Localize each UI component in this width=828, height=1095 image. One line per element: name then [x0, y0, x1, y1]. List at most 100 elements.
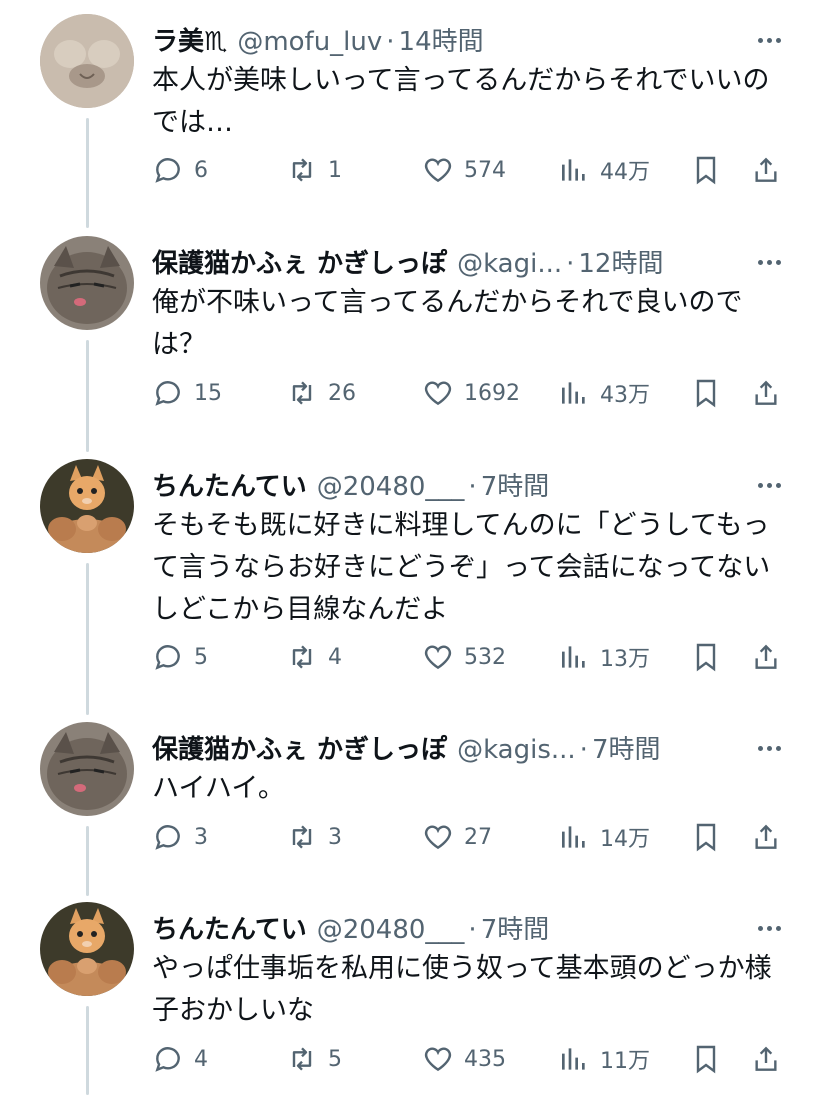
bookmark-button[interactable] [690, 373, 732, 413]
bookmark-button[interactable] [690, 150, 732, 190]
user-handle[interactable]: @mofu_luv [237, 24, 382, 60]
reply-button[interactable]: 3 [152, 817, 208, 857]
view-count: 13万 [600, 647, 650, 672]
retweet-button[interactable]: 1 [286, 150, 342, 190]
bookmark-button[interactable] [690, 637, 732, 677]
share-button[interactable] [750, 150, 792, 190]
like-count: 1692 [464, 380, 520, 406]
more-options-icon[interactable] [758, 916, 788, 936]
bookmark-button[interactable] [690, 1039, 732, 1079]
reply-button[interactable]: 4 [152, 1039, 208, 1079]
views-button[interactable]: 13万 [558, 637, 650, 677]
timestamp[interactable]: 7時間 [592, 732, 661, 768]
share-button[interactable] [750, 817, 792, 857]
analytics-icon [562, 646, 585, 668]
like-button[interactable]: 532 [422, 637, 506, 677]
like-count: 532 [464, 644, 506, 670]
retweet-button[interactable]: 3 [286, 817, 342, 857]
reply-button[interactable]: 15 [152, 373, 222, 413]
thread-line [86, 1006, 89, 1095]
views-button[interactable]: 11万 [558, 1039, 650, 1079]
reply-count: 15 [194, 380, 222, 406]
user-handle[interactable]: @20480___ [317, 912, 465, 948]
heart-icon [424, 1047, 452, 1072]
bookmark-icon [696, 156, 716, 185]
share-icon [755, 157, 777, 182]
timestamp[interactable]: 12時間 [578, 246, 663, 282]
retweet-count: 26 [328, 380, 356, 406]
tweet-text: ハイハイ。 [152, 773, 285, 804]
share-button[interactable] [750, 373, 792, 413]
reply-icon [155, 158, 180, 183]
more-options-icon[interactable] [758, 473, 788, 493]
action-bar: 15 26 1692 43万 [152, 373, 792, 413]
share-icon [755, 1046, 777, 1071]
reply-button[interactable]: 6 [152, 150, 208, 190]
more-options-icon[interactable] [758, 736, 788, 756]
views-button[interactable]: 44万 [558, 150, 650, 190]
retweet-count: 4 [328, 644, 342, 670]
view-count: 11万 [600, 1049, 650, 1074]
avatar[interactable] [40, 459, 134, 553]
timestamp[interactable]: 7時間 [481, 469, 550, 505]
share-button[interactable] [750, 1039, 792, 1079]
share-button[interactable] [750, 637, 792, 677]
avatar[interactable] [40, 236, 134, 330]
kitten-muscle-avatar [40, 902, 134, 996]
retweet-count: 1 [328, 157, 342, 183]
view-count: 44万 [600, 160, 650, 185]
more-options-icon[interactable] [758, 28, 788, 48]
share-icon [755, 380, 777, 405]
more-options-icon[interactable] [758, 250, 788, 270]
retweet-icon [292, 645, 312, 669]
analytics-icon [562, 382, 585, 404]
bookmark-button[interactable] [690, 817, 732, 857]
views-button[interactable]: 14万 [558, 817, 650, 857]
heart-icon [424, 825, 452, 850]
avatar[interactable] [40, 14, 134, 108]
separator-dot: · [468, 915, 477, 945]
retweet-icon [292, 825, 312, 849]
reply-count: 6 [194, 157, 208, 183]
display-name[interactable]: 保護猫かふぇ かぎしっぽ [152, 732, 447, 768]
like-count: 27 [464, 824, 492, 850]
action-bar: 4 5 435 11万 [152, 1039, 792, 1079]
retweet-button[interactable]: 4 [286, 637, 342, 677]
view-count: 14万 [600, 827, 650, 852]
like-button[interactable]: 435 [422, 1039, 506, 1079]
separator-dot: · [468, 472, 477, 502]
view-count: 43万 [600, 383, 650, 408]
like-button[interactable]: 574 [422, 150, 506, 190]
avatar[interactable] [40, 902, 134, 996]
reply-button[interactable]: 5 [152, 637, 208, 677]
share-icon [755, 824, 777, 849]
retweet-icon [292, 1047, 312, 1071]
tweet-text: 本人が美味しいって言ってるんだからそれでいいのでは… [152, 65, 770, 138]
separator-dot: · [566, 249, 575, 279]
reply-count: 4 [194, 1046, 208, 1072]
views-button[interactable]: 43万 [558, 373, 650, 413]
bookmark-icon [696, 823, 716, 852]
retweet-button[interactable]: 5 [286, 1039, 342, 1079]
display-name[interactable]: ちんたんてい [152, 469, 307, 505]
analytics-icon [562, 159, 585, 181]
bookmark-icon [696, 1045, 716, 1074]
user-handle[interactable]: @kagi... [457, 246, 562, 282]
tweet-text: 俺が不味いって言ってるんだからそれで良いのでは？ [152, 287, 743, 360]
timestamp[interactable]: 7時間 [481, 912, 550, 948]
avatar[interactable] [40, 722, 134, 816]
display-name[interactable]: ラ美♏ [152, 24, 227, 60]
tweet-text: そもそも既に好きに料理してんのに「どうしてもって言うならお好きにどうぞ」って会話… [152, 510, 771, 625]
user-handle[interactable]: @20480___ [317, 469, 465, 505]
thread-line [86, 563, 89, 715]
timestamp[interactable]: 14時間 [399, 24, 484, 60]
reply-icon [155, 645, 180, 670]
display-name[interactable]: ちんたんてい [152, 912, 307, 948]
display-name[interactable]: 保護猫かふぇ かぎしっぽ [152, 246, 447, 282]
like-button[interactable]: 27 [422, 817, 492, 857]
retweet-button[interactable]: 26 [286, 373, 356, 413]
separator-dot: · [386, 27, 395, 57]
reply-count: 5 [194, 644, 208, 670]
like-button[interactable]: 1692 [422, 373, 520, 413]
user-handle[interactable]: @kagis... [457, 732, 576, 768]
